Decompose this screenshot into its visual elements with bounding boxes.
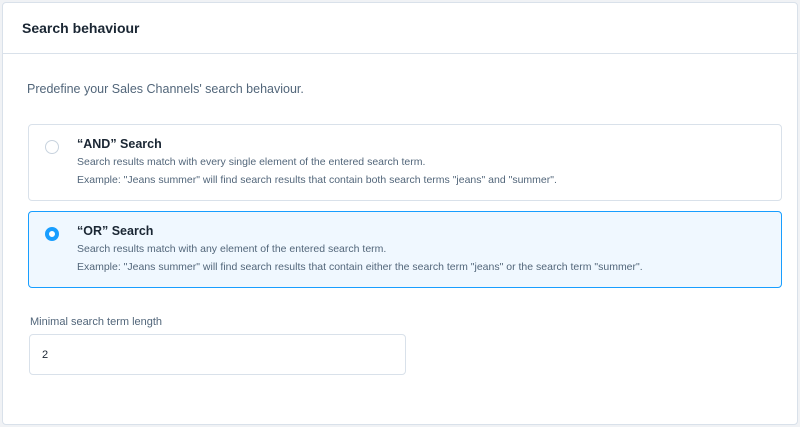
or-search-example: Example: "Jeans summer" will find search…	[77, 261, 643, 273]
and-search-description: Search results match with every single e…	[77, 156, 426, 168]
and-search-radio[interactable]	[45, 140, 59, 154]
or-search-option[interactable]: “OR” Search Search results match with an…	[28, 211, 782, 288]
and-search-title: “AND” Search	[77, 137, 162, 151]
or-search-description: Search results match with any element of…	[77, 243, 387, 255]
min-search-length-label: Minimal search term length	[30, 316, 163, 328]
card-header: Search behaviour	[3, 3, 797, 54]
or-search-title: “OR” Search	[77, 224, 154, 238]
card-title: Search behaviour	[22, 20, 140, 36]
and-search-option[interactable]: “AND” Search Search results match with e…	[28, 124, 782, 201]
card-description: Predefine your Sales Channels' search be…	[27, 82, 304, 96]
search-behaviour-card: Search behaviour Predefine your Sales Ch…	[2, 2, 798, 425]
or-search-radio[interactable]	[45, 227, 59, 241]
and-search-example: Example: "Jeans summer" will find search…	[77, 174, 557, 186]
min-search-length-input[interactable]	[29, 334, 406, 375]
